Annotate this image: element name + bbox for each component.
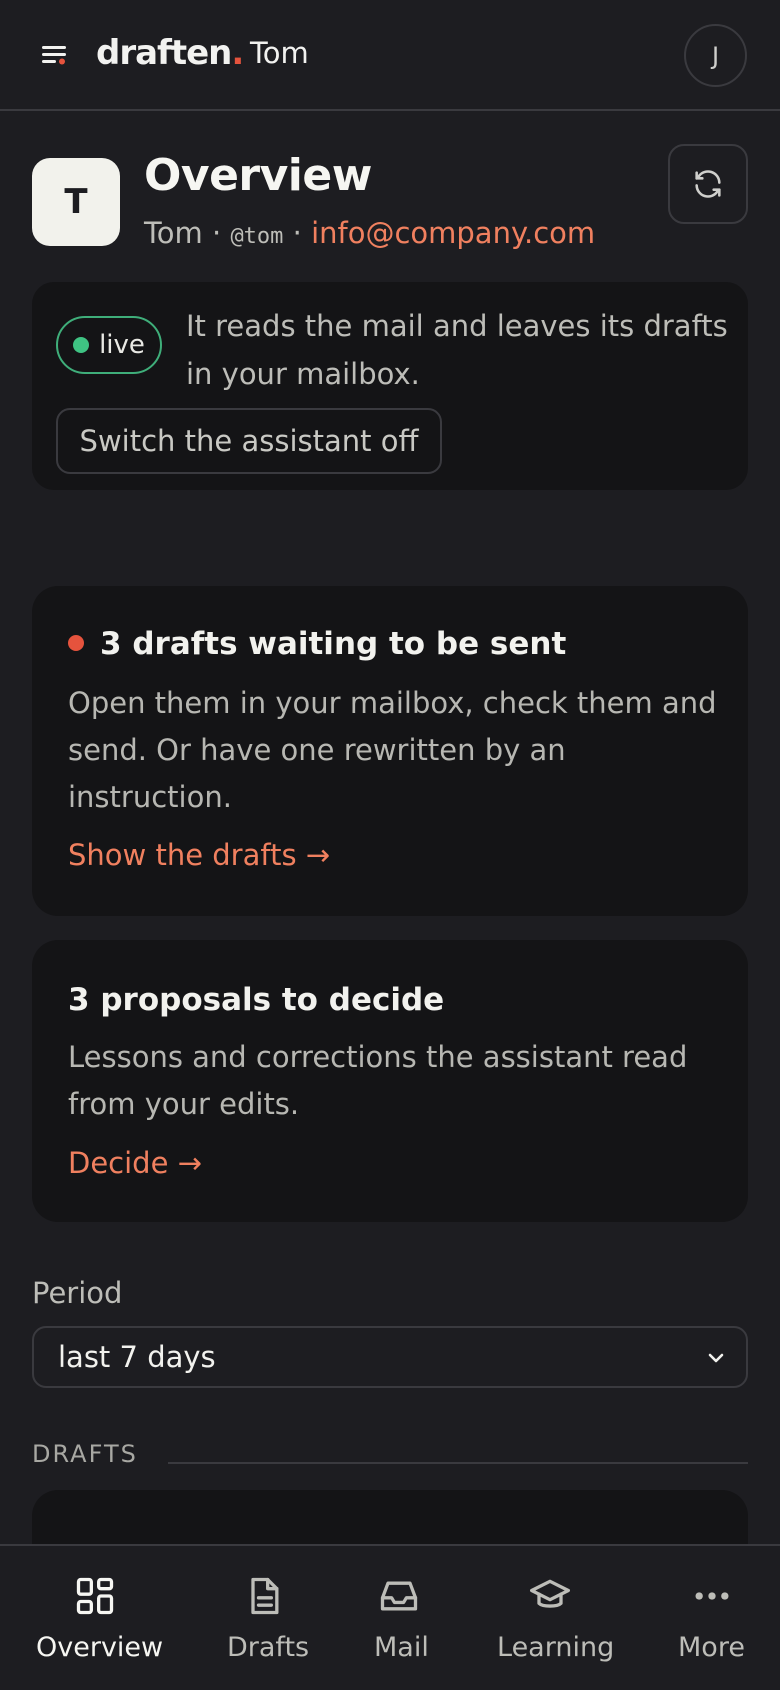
assistant-status-card: live It reads the mail and leaves its dr…	[32, 282, 748, 490]
separator: ·	[292, 216, 302, 250]
alert-dot-icon	[68, 635, 84, 651]
live-badge-label: live	[99, 330, 145, 360]
assistant-status-text: It reads the mail and leaves its drafts …	[186, 309, 728, 391]
switch-assistant-off-button[interactable]: Switch the assistant off	[56, 408, 442, 474]
separator: ·	[212, 216, 222, 250]
period-value: last 7 days	[58, 1340, 216, 1374]
nav-item-overview[interactable]: Overview	[0, 1546, 190, 1690]
bottom-navigation: Overview Drafts Mail Learning More	[0, 1544, 780, 1688]
period-label: Period	[32, 1276, 123, 1310]
refresh-button[interactable]	[668, 144, 748, 224]
nav-item-drafts[interactable]: Drafts	[190, 1546, 340, 1690]
decide-link[interactable]: Decide →	[68, 1146, 202, 1180]
top-bar: draften. Tom J	[0, 0, 780, 111]
user-handle: @tom	[230, 224, 284, 249]
drafts-waiting-body: Open them in your mailbox, check them an…	[68, 686, 717, 814]
current-user-name: Tom	[250, 36, 309, 70]
user-name: Tom	[144, 216, 203, 250]
proposals-card: 3 proposals to decide Lessons and correc…	[32, 940, 748, 1222]
menu-icon[interactable]	[40, 42, 70, 68]
account-avatar[interactable]: J	[684, 24, 747, 87]
document-icon	[251, 1577, 279, 1615]
nav-item-mail[interactable]: Mail	[340, 1546, 460, 1690]
nav-label-drafts: Drafts	[227, 1632, 310, 1663]
live-dot-icon	[73, 337, 90, 353]
inbox-icon	[380, 1581, 418, 1611]
drafts-waiting-card: 3 drafts waiting to be sent Open them in…	[32, 586, 748, 916]
app-logo[interactable]: draften.	[96, 33, 244, 73]
period-select[interactable]: last 7 days	[32, 1326, 748, 1388]
nav-label-learning: Learning	[497, 1632, 615, 1663]
nav-label-more: More	[678, 1632, 745, 1663]
user-email[interactable]: info@company.com	[311, 216, 595, 250]
user-subline: Tom · @tom · info@company.com	[144, 216, 595, 250]
page-title: Overview	[144, 150, 372, 201]
section-heading-drafts: DRAFTS	[32, 1440, 138, 1468]
user-avatar: T	[32, 158, 120, 246]
section-divider	[168, 1462, 748, 1464]
grid-icon	[76, 1577, 114, 1615]
nav-item-learning[interactable]: Learning	[460, 1546, 640, 1690]
nav-label-mail: Mail	[374, 1632, 429, 1663]
show-drafts-link[interactable]: Show the drafts →	[68, 838, 330, 872]
nav-item-more[interactable]: More	[640, 1546, 780, 1690]
refresh-icon	[695, 170, 721, 198]
drafts-waiting-title: 3 drafts waiting to be sent	[68, 626, 566, 662]
chevron-down-icon	[708, 1353, 724, 1363]
more-dots-icon	[695, 1592, 729, 1600]
proposals-title: 3 proposals to decide	[68, 982, 445, 1018]
nav-label-overview: Overview	[36, 1632, 164, 1663]
graduation-cap-icon	[530, 1579, 570, 1608]
live-status-badge: live	[56, 316, 162, 374]
proposals-body: Lessons and corrections the assistant re…	[68, 1040, 688, 1121]
